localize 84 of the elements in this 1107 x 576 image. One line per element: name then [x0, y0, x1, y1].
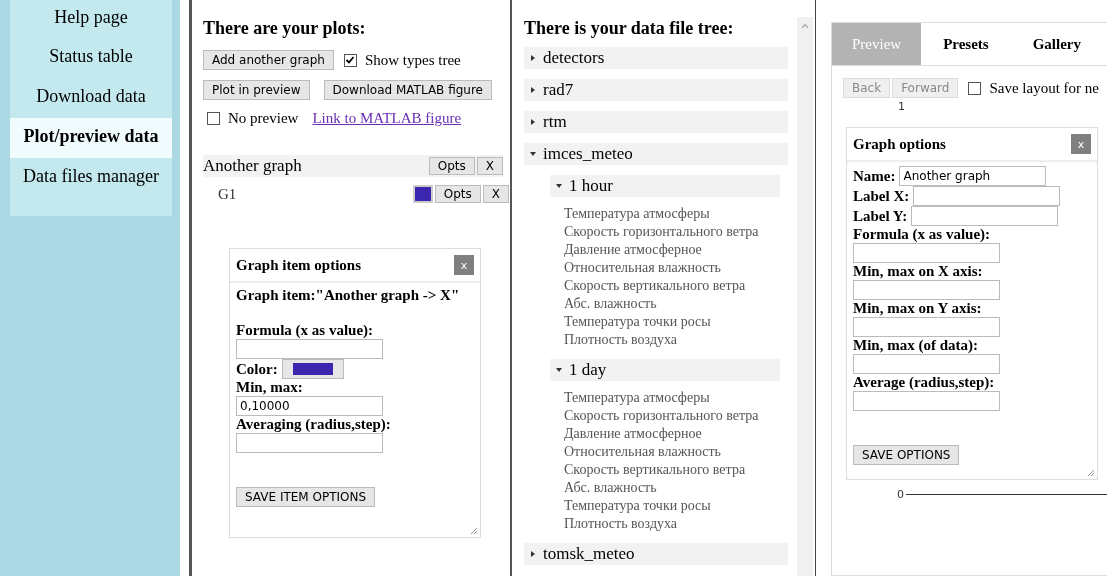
checkbox[interactable] — [343, 53, 357, 67]
dialog-title: Graph item options — [236, 256, 361, 274]
add-graph-button[interactable]: Add another graph — [203, 50, 334, 70]
tree-leaf[interactable]: Относительная влажность — [564, 259, 790, 277]
tree-leaf[interactable]: Давление атмосферное — [564, 425, 790, 443]
dialog-title: Graph options — [853, 135, 946, 153]
input-field[interactable]: Another graph — [899, 166, 1047, 186]
input-field[interactable] — [853, 317, 1000, 337]
input-field[interactable] — [853, 354, 1000, 374]
tree-leaf[interactable]: Абс. влажность — [564, 479, 790, 497]
checkbox-label: Save layout for ne — [989, 79, 1099, 97]
input-field[interactable] — [236, 433, 383, 453]
tree-node[interactable]: rad7 — [524, 79, 788, 101]
sidebar-item[interactable]: Help page — [10, 0, 172, 38]
checkbox[interactable] — [968, 81, 982, 95]
tree-leaf[interactable]: Скорость вертикального ветра — [564, 461, 790, 479]
section-title: There is your data file tree: — [524, 18, 735, 39]
field-label: Min, max on X axis: — [853, 263, 984, 280]
remove-button[interactable]: X — [482, 185, 509, 203]
field-label: Averaging (radius,step): — [236, 416, 392, 433]
field-label: Color: — [236, 360, 278, 378]
input-field[interactable] — [911, 206, 1059, 226]
field-label: Min, max on Y axis: — [853, 300, 983, 317]
options-button[interactable]: Opts — [434, 185, 481, 203]
checkbox-label: Show types tree — [364, 51, 461, 69]
color-picker[interactable] — [281, 359, 344, 379]
checkbox[interactable] — [207, 112, 220, 125]
plot-button[interactable]: Plot in preview — [203, 80, 310, 100]
tree-leaf[interactable]: Температура атмосферы — [564, 205, 790, 223]
axis-label: 0 — [897, 488, 904, 501]
tree-leaf[interactable]: Температура точки росы — [564, 313, 790, 331]
tree-leaf[interactable]: Абс. влажность — [564, 295, 790, 313]
resize-grip-icon[interactable] — [470, 527, 478, 535]
tree-leaf[interactable]: Давление атмосферное — [564, 241, 790, 259]
tree-leaf[interactable]: Скорость горизонтального ветра — [564, 223, 790, 241]
checkbox-label: No preview — [228, 110, 299, 127]
scroll-up-icon[interactable] — [801, 23, 809, 29]
download-button[interactable]: Download MATLAB figure — [323, 80, 492, 100]
sidebar-item[interactable]: Data files manager — [10, 158, 172, 198]
input-field[interactable]: 0,10000 — [236, 396, 383, 416]
input-field[interactable] — [913, 186, 1061, 206]
input-field[interactable] — [853, 391, 1000, 411]
field-label: Label Y: — [853, 207, 908, 225]
graph-item-name: G1 — [218, 185, 238, 203]
tree-node[interactable]: 1 hour — [550, 175, 780, 197]
tree-leaf[interactable]: Скорость вертикального ветра — [564, 277, 790, 295]
tree-node[interactable]: detectors — [524, 47, 788, 69]
sidebar-item[interactable]: Status table — [10, 38, 172, 78]
field-label: Name: — [853, 167, 896, 185]
tree-leaf[interactable]: Относительная влажность — [564, 443, 790, 461]
sidebar-item[interactable]: Plot/preview data — [10, 118, 172, 158]
section-title: There are your plots: — [203, 18, 367, 39]
tree-leaf[interactable]: Плотность воздуха — [564, 331, 790, 349]
tree-leaf[interactable]: Температура атмосферы — [564, 389, 790, 407]
field-label: Formula (x as value): — [236, 322, 375, 339]
close-button[interactable]: x — [1071, 134, 1091, 154]
field-label: Min, max (of data): — [853, 337, 979, 354]
field-label: Formula (x as value): — [853, 226, 992, 243]
dialog-heading: Graph item:"Another graph -> X" — [236, 287, 461, 304]
save-button[interactable]: SAVE ITEM OPTIONS — [236, 487, 376, 507]
close-button[interactable]: x — [454, 255, 474, 275]
input-field[interactable] — [853, 280, 1000, 300]
field-label: Min, max: — [236, 379, 304, 396]
field-label: Average (radius,step): — [853, 374, 996, 391]
input-field[interactable] — [853, 243, 1000, 263]
tree-leaf[interactable]: Плотность воздуха — [564, 515, 790, 533]
color-swatch[interactable] — [412, 185, 433, 203]
tree-node[interactable]: tomsk_meteo — [524, 543, 788, 565]
input-field[interactable] — [236, 339, 383, 359]
resize-grip-icon[interactable] — [1087, 469, 1095, 477]
tree-leaf[interactable]: Скорость горизонтального ветра — [564, 407, 790, 425]
field-label: Label X: — [853, 187, 910, 205]
tree-leaf[interactable]: Температура точки росы — [564, 497, 790, 515]
sidebar-item[interactable]: Download data — [10, 78, 172, 118]
graph-name: Another graph — [203, 156, 303, 176]
scrollbar[interactable] — [797, 17, 813, 576]
tree-node[interactable]: 1 day — [550, 359, 780, 381]
save-button[interactable]: SAVE OPTIONS — [853, 445, 960, 465]
tree-node[interactable]: rtm — [524, 111, 788, 133]
remove-button[interactable]: X — [476, 157, 503, 175]
page-number: 1 — [898, 100, 906, 113]
tree-node[interactable]: imces_meteo — [524, 143, 788, 165]
options-button[interactable]: Opts — [428, 157, 475, 175]
matlab-link[interactable]: Link to MATLAB figure — [312, 110, 462, 127]
